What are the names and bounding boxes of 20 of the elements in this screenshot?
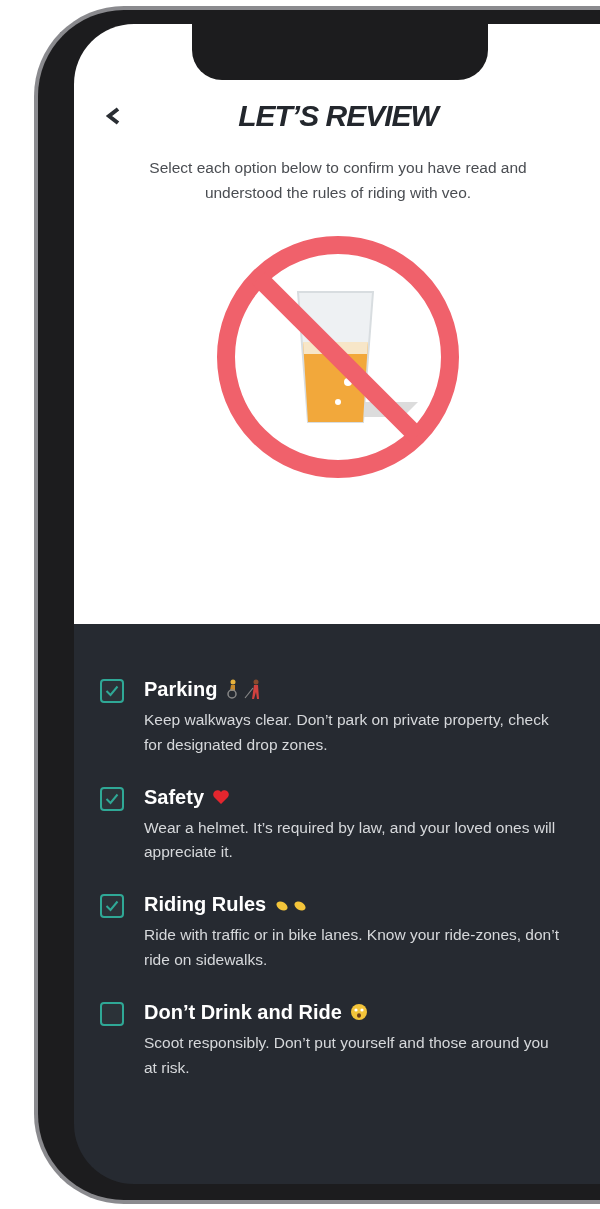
rule-description: Scoot responsibly. Don’t put yourself and those around you at risk. (144, 1032, 550, 1078)
checkbox[interactable] (100, 894, 124, 919)
rule-description: Wear a helmet. It’s required by law, and your loved ones will appreciate it. (144, 817, 557, 863)
rule-title: Parking (144, 677, 218, 702)
instructions-text: Select each option below to confirm you have read and understood the rules of riding with veo. (148, 158, 528, 203)
face-icon (349, 1002, 368, 1021)
rule-title: Safety (144, 784, 205, 810)
heart-icon (212, 788, 231, 805)
checkmark-icon (105, 792, 119, 805)
checkbox[interactable] (100, 679, 124, 703)
checkbox[interactable] (100, 786, 124, 811)
checkbox[interactable] (100, 1001, 124, 1026)
checkmark-icon (105, 900, 119, 913)
rule-description: Ride with traffic or in bike lanes. Know your ride-zones, don’t ride on sidewalks. (144, 925, 560, 970)
page-title: LET’S REVIEW (134, 98, 542, 134)
rule-description: Keep walkways clear. Don’t park on private property, check for designated drop zones. (144, 710, 550, 755)
checkmark-icon (105, 685, 119, 697)
rule-title: Riding Rules (144, 892, 267, 918)
rule-title: Don’t Drink and Ride (144, 999, 342, 1025)
back-icon[interactable] (104, 107, 122, 125)
